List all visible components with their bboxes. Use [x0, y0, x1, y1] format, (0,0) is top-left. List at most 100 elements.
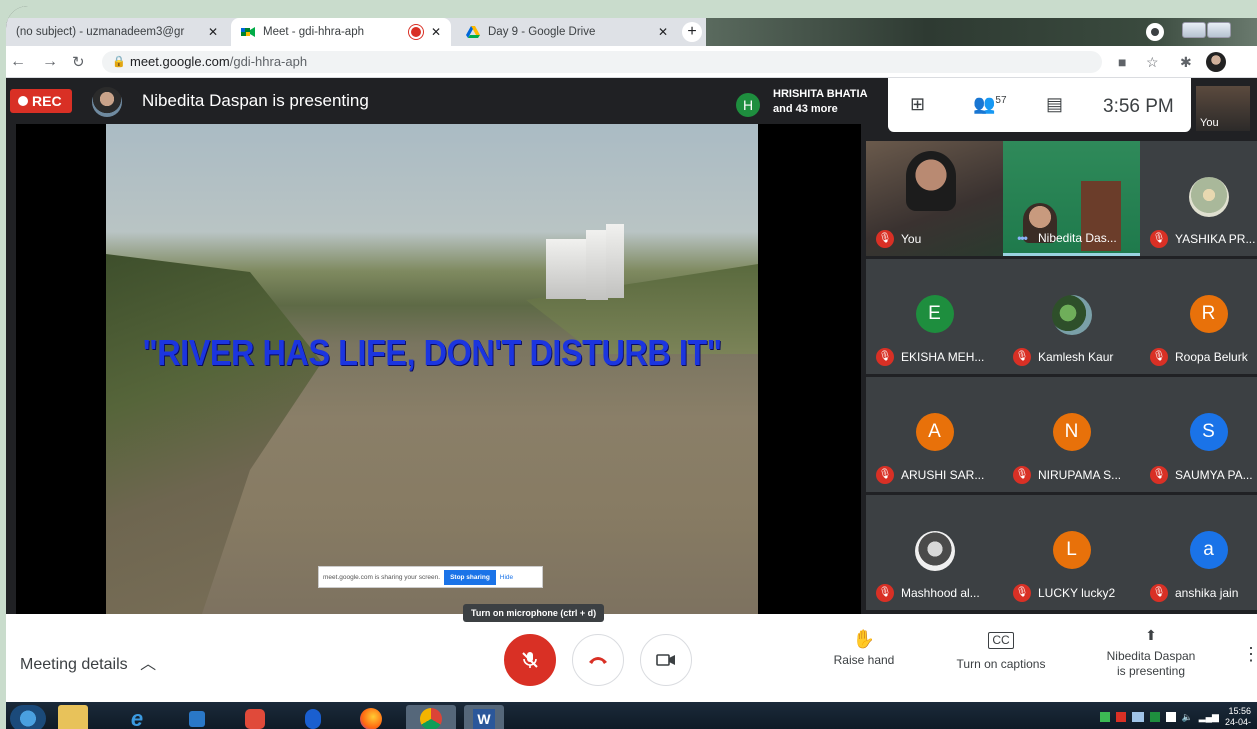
url-host: meet.google.com: [130, 54, 230, 69]
participant-tile[interactable]: S 🎙 SAUMYA PA...: [1140, 377, 1257, 492]
extensions-icon[interactable]: ✱: [1180, 54, 1192, 71]
tab-gmail[interactable]: (no subject) - uzmanadeem3@gr ✕: [6, 18, 228, 46]
system-clock[interactable]: 15:56 24-04-: [1225, 706, 1251, 728]
close-icon[interactable]: ✕: [431, 25, 441, 39]
camera-button[interactable]: [640, 634, 692, 686]
tab-title: (no subject) - uzmanadeem3@gr: [16, 26, 185, 38]
tab-drive[interactable]: Day 9 - Google Drive ✕: [456, 18, 678, 46]
more-options-icon[interactable]: ⋮: [1242, 645, 1257, 663]
raised-hand-names[interactable]: HRISHITA BHATIA and 43 more: [773, 87, 868, 117]
layout-icon[interactable]: ⊞: [910, 94, 925, 115]
participant-tile[interactable]: 🎙 You: [866, 141, 1003, 256]
participant-tile-active[interactable]: ••• Nibedita Das...: [1003, 141, 1140, 256]
url-field[interactable]: 🔒 meet.google.com/gdi-hhra-aph: [102, 51, 1102, 73]
raise-hand-button[interactable]: ✋ Raise hand: [824, 630, 904, 668]
mic-off-icon: 🎙: [876, 584, 894, 602]
leave-call-button[interactable]: [572, 634, 624, 686]
presentation-stage: "RIVER HAS LIFE, DON'T DISTURB IT" meet.…: [16, 124, 861, 614]
avatar: S: [1189, 413, 1228, 451]
participant-name: Roopa Belurk: [1175, 350, 1248, 364]
file-explorer-icon[interactable]: [58, 705, 88, 729]
word-icon[interactable]: W: [464, 705, 504, 729]
drive-icon: [466, 26, 480, 38]
close-icon[interactable]: ✕: [658, 25, 668, 39]
participant-tile[interactable]: L 🎙 LUCKY lucky2: [1003, 495, 1140, 610]
slide-quote: "RIVER HAS LIFE, DON'T DISTURB IT": [142, 332, 722, 373]
meeting-details-button[interactable]: Meeting details ︿: [20, 650, 156, 674]
participant-tile[interactable]: A 🎙 ARUSHI SAR...: [866, 377, 1003, 492]
maximize-button[interactable]: [1207, 22, 1231, 38]
mic-off-icon: 🎙: [1150, 466, 1168, 484]
chevron-up-icon: ︿: [140, 656, 157, 673]
mic-off-icon: 🎙: [1013, 466, 1031, 484]
network-icon[interactable]: [1131, 712, 1144, 722]
meet-icon: [241, 27, 255, 37]
signal-icon[interactable]: ▂▄▆: [1199, 712, 1219, 723]
camera-icon[interactable]: ■: [1118, 54, 1126, 70]
avatar: [1051, 295, 1092, 335]
participant-tile[interactable]: a 🎙 anshika jain: [1140, 495, 1257, 610]
new-tab-button[interactable]: +: [682, 22, 702, 42]
participant-tile[interactable]: R 🎙 Roopa Belurk: [1140, 259, 1257, 374]
clock-time: 15:56: [1228, 706, 1251, 716]
windows-taskbar: e W 🔈 ▂▄▆ 15:56 24-04-: [6, 702, 1257, 729]
star-icon[interactable]: ☆: [1146, 54, 1159, 71]
volume-icon[interactable]: 🔈: [1182, 712, 1193, 723]
tray-icon[interactable]: [1149, 712, 1160, 722]
present-icon: ⬆: [1145, 627, 1157, 643]
app-icon[interactable]: [240, 705, 270, 729]
bluetooth-icon[interactable]: [298, 705, 328, 729]
microphone-button[interactable]: [504, 634, 556, 686]
tab-meet[interactable]: Meet - gdi-hhra-aph ✕: [231, 18, 451, 46]
meet-top-bar: REC Nibedita Daspan is presenting H HRIS…: [6, 78, 1257, 132]
hide-button[interactable]: Hide: [500, 574, 513, 581]
media-player-icon[interactable]: [182, 705, 212, 729]
back-icon[interactable]: ←: [10, 53, 26, 71]
participant-name: Mashhood al...: [901, 586, 980, 600]
internet-explorer-icon[interactable]: e: [122, 705, 152, 729]
avatar: R: [1189, 295, 1228, 333]
participant-name: Kamlesh Kaur: [1038, 350, 1114, 364]
chat-icon[interactable]: ▤: [1046, 94, 1063, 115]
slide-tower: [606, 224, 624, 298]
forward-icon[interactable]: →: [42, 53, 58, 71]
tab-title: Day 9 - Google Drive: [488, 26, 596, 38]
participant-tile[interactable]: E 🎙 EKISHA MEH...: [866, 259, 1003, 374]
present-now-button[interactable]: ⬆ Nibedita Daspan is presenting: [1092, 628, 1210, 679]
close-icon[interactable]: ✕: [208, 25, 218, 39]
avatar[interactable]: [1206, 52, 1226, 72]
tray-icon[interactable]: [1099, 712, 1110, 722]
avatar: E: [915, 295, 954, 333]
raised-hand-name: HRISHITA BHATIA: [773, 88, 868, 100]
slide-tower: [546, 239, 568, 299]
chrome-icon[interactable]: [406, 705, 456, 729]
mic-off-icon: 🎙: [1150, 230, 1168, 248]
self-label: You: [1200, 117, 1219, 129]
firefox-icon[interactable]: [356, 705, 386, 729]
stop-sharing-button[interactable]: Stop sharing: [444, 569, 496, 585]
url-path: /gdi-hhra-aph: [229, 54, 308, 69]
reload-icon[interactable]: ↻: [72, 53, 85, 71]
self-view-thumbnail[interactable]: You: [1196, 86, 1250, 131]
start-button[interactable]: [10, 705, 46, 729]
participant-tile[interactable]: 🎙 Mashhood al...: [866, 495, 1003, 610]
captions-label: Turn on captions: [956, 657, 1046, 671]
participant-video: [906, 151, 956, 211]
share-notice-text: meet.google.com is sharing your screen.: [323, 573, 441, 581]
participant-tile[interactable]: N 🎙 NIRUPAMA S...: [1003, 377, 1140, 492]
power-icon[interactable]: [1165, 712, 1176, 722]
flag-icon[interactable]: [1115, 712, 1126, 722]
recording-icon: [410, 27, 421, 37]
participant-grid: 🎙 You ••• Nibedita Das... 🎙 YASHIKA PR... E…: [866, 141, 1257, 614]
raised-hand-avatar[interactable]: H: [736, 93, 760, 117]
mic-off-icon: [522, 652, 538, 668]
speaking-icon: •••: [1017, 231, 1028, 245]
captions-button[interactable]: CC Turn on captions: [941, 632, 1061, 672]
participant-tile[interactable]: 🎙 Kamlesh Kaur: [1003, 259, 1140, 374]
minimize-button[interactable]: [1182, 22, 1206, 38]
captions-icon: CC: [988, 632, 1014, 649]
participant-tile[interactable]: 🎙 YASHIKA PR...: [1140, 141, 1257, 256]
window-titlebar: [706, 18, 1257, 46]
people-icon[interactable]: 👥57: [973, 94, 1007, 115]
profile-icon[interactable]: [1146, 23, 1164, 41]
